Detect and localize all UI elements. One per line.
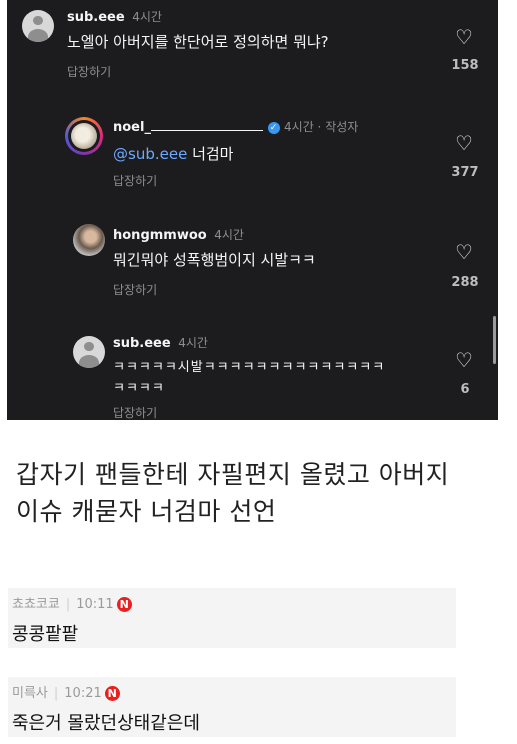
comment-time: 4시간 (178, 336, 208, 350)
comment-text: 콩콩팥팥 (12, 624, 79, 645)
heart-icon[interactable]: ♡ (455, 27, 473, 47)
verified-icon: ✓ (267, 121, 280, 134)
like-count: 158 (451, 58, 479, 73)
caption-line: 이슈 캐묻자 너검마 선언 (16, 497, 277, 526)
avatar-hongmmwoo[interactable] (73, 224, 105, 256)
comment-time: 4시간 (132, 10, 162, 24)
scrollbar[interactable] (493, 316, 496, 364)
new-badge: N (104, 686, 120, 701)
mention-link[interactable]: @sub.eee (113, 145, 187, 163)
reply-button[interactable]: 답장하기 (113, 404, 157, 420)
comment-meta: 쵸쵸코쿄 | 10:11 N (12, 593, 132, 612)
comment-username[interactable]: sub.eee 4시간 (67, 8, 162, 25)
like-count: 288 (451, 275, 479, 290)
like-count: 6 (460, 382, 470, 397)
like-count: 377 (451, 165, 479, 180)
username-underline (150, 121, 263, 131)
reply-button[interactable]: 답장하기 (67, 63, 111, 80)
comment-text: @sub.eee 너검마 (113, 145, 234, 163)
comment-username[interactable]: hongmmwoo 4시간 (113, 226, 244, 243)
reply-button[interactable]: 답장하기 (113, 281, 157, 298)
comment-username[interactable]: noel_ ✓ 4시간 · 작성자 (113, 118, 358, 135)
caption-line: 갑자기 팬들한테 자필편지 올렸고 아버지 (16, 460, 450, 489)
comment-time: 4시간 (214, 228, 244, 242)
reply-button[interactable]: 답장하기 (113, 172, 157, 189)
avatar-noel[interactable] (65, 117, 103, 155)
heart-icon[interactable]: ♡ (455, 133, 473, 153)
comment-text: 뭐긴뭐야 성폭행범이지 시발ㅋㅋ (113, 251, 316, 269)
heart-icon[interactable]: ♡ (455, 242, 473, 262)
avatar-sub-eee[interactable] (73, 336, 105, 368)
comment-text-line2: ㅋㅋㅋㅋ (113, 381, 165, 396)
post-caption: 갑자기 팬들한테 자필편지 올렸고 아버지 이슈 캐묻자 너검마 선언 (16, 456, 511, 530)
comment-time: 10:11 (76, 597, 114, 612)
avatar-sub-eee[interactable] (22, 10, 54, 42)
comment-author[interactable]: 쵸쵸코쿄 (12, 597, 60, 612)
comment-time: 10:21 (64, 686, 102, 701)
comment-meta: 미륵사 | 10:21 N (12, 682, 120, 701)
comment-username[interactable]: sub.eee 4시간 (113, 334, 208, 351)
new-badge: N (116, 597, 132, 612)
heart-icon[interactable]: ♡ (455, 350, 473, 370)
comment-author[interactable]: 미륵사 (12, 686, 48, 701)
comment-text: 노엘아 아버지를 한단어로 정의하면 뭐냐? (67, 33, 329, 51)
community-comment: 쵸쵸코쿄 | 10:11 N 콩콩팥팥 (8, 588, 456, 648)
community-comment: 미륵사 | 10:21 N 죽은거 몰랐던상태같은데 (8, 677, 456, 737)
comment-text: 죽은거 몰랐던상태같은데 (12, 713, 200, 734)
comment-text-line1: ㅋㅋㅋㅋㅋ시발ㅋㅋㅋㅋㅋㅋㅋㅋㅋㅋㅋㅋㅋㅋ (113, 360, 386, 375)
comment-time: 4시간 · 작성자 (284, 120, 359, 134)
comment-thread-screenshot: sub.eee 4시간 노엘아 아버지를 한단어로 정의하면 뭐냐? 답장하기 … (7, 0, 498, 420)
